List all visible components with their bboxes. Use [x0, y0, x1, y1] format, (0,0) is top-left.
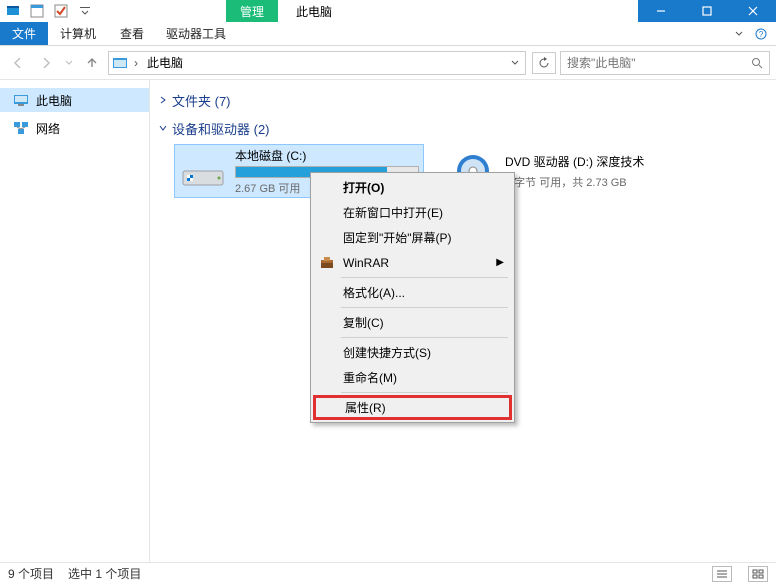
window-title: 此电脑 [296, 0, 332, 22]
search-icon[interactable] [749, 57, 765, 69]
status-selected-count: 选中 1 个项目 [68, 565, 141, 582]
group-devices[interactable]: 设备和驱动器 (2) [158, 116, 768, 140]
cm-open-new-window-label: 在新窗口中打开(E) [343, 204, 443, 221]
contextual-tab-label: 管理 [240, 3, 264, 20]
view-thumbnails-button[interactable] [748, 566, 768, 582]
cm-pin-to-start-label: 固定到"开始"屏幕(P) [343, 229, 452, 246]
refresh-button[interactable] [532, 52, 556, 74]
network-icon [12, 119, 30, 137]
tree-item-network[interactable]: 网络 [0, 116, 149, 140]
group-devices-label: 设备和驱动器 (2) [172, 119, 270, 138]
search-box[interactable] [560, 51, 770, 75]
chevron-right-icon [158, 93, 168, 108]
group-folders-label: 文件夹 (7) [172, 91, 231, 110]
ribbon-tab-drivetools-label: 驱动器工具 [166, 25, 226, 42]
cm-copy[interactable]: 复制(C) [313, 310, 512, 335]
address-dropdown-icon[interactable] [507, 59, 523, 67]
file-tab[interactable]: 文件 [0, 22, 48, 45]
qa-overflow-icon[interactable] [74, 0, 96, 22]
ribbon-tab-drivetools[interactable]: 驱动器工具 [156, 22, 236, 45]
contextual-tab-title: 管理 [226, 0, 278, 22]
drive-d-status: 0 字节 可用，共 2.73 GB [505, 174, 689, 190]
cm-winrar-label: WinRAR [343, 256, 389, 270]
status-bar: 9 个项目 选中 1 个项目 [0, 562, 776, 584]
submenu-arrow-icon: ▶ [496, 257, 504, 268]
nav-history-dropdown[interactable] [62, 51, 76, 75]
cm-separator [341, 307, 508, 308]
cm-rename-label: 重命名(M) [343, 369, 397, 386]
group-folders[interactable]: 文件夹 (7) [158, 88, 768, 112]
cm-format[interactable]: 格式化(A)... [313, 280, 512, 305]
nav-up-button[interactable] [80, 51, 104, 75]
cm-separator [341, 337, 508, 338]
drive-c-name: 本地磁盘 (C:) [235, 147, 419, 164]
file-tab-label: 文件 [12, 25, 36, 42]
tree-item-this-pc-label: 此电脑 [36, 92, 72, 109]
cm-create-shortcut-label: 创建快捷方式(S) [343, 344, 431, 361]
cm-create-shortcut[interactable]: 创建快捷方式(S) [313, 340, 512, 365]
titlebar: 管理 此电脑 [0, 0, 776, 22]
cm-format-label: 格式化(A)... [343, 284, 405, 301]
help-icon[interactable]: ? [752, 28, 770, 40]
ribbon-tab-view-label: 查看 [120, 25, 144, 42]
hdd-icon [179, 151, 227, 191]
system-menu-icon[interactable] [2, 0, 24, 22]
cm-separator [341, 277, 508, 278]
ribbon-tab-computer-label: 计算机 [60, 25, 96, 42]
cm-rename[interactable]: 重命名(M) [313, 365, 512, 390]
cm-properties-label: 属性(R) [345, 399, 386, 416]
window-title-text: 此电脑 [296, 3, 332, 20]
search-input[interactable] [565, 55, 749, 71]
cm-open[interactable]: 打开(O) [313, 175, 512, 200]
this-pc-icon [12, 91, 30, 109]
winrar-icon [319, 255, 335, 271]
quick-access-toolbar [0, 0, 96, 22]
close-button[interactable] [730, 0, 776, 22]
nav-pane: 此电脑 网络 [0, 80, 150, 562]
nav-back-button[interactable] [6, 51, 30, 75]
qa-checkbox-icon[interactable] [50, 0, 72, 22]
chevron-down-icon [158, 121, 168, 136]
cm-open-new-window[interactable]: 在新窗口中打开(E) [313, 200, 512, 225]
address-bar[interactable]: › 此电脑 [108, 51, 526, 75]
drive-d-name: DVD 驱动器 (D:) 深度技术 [505, 153, 689, 170]
context-menu: 打开(O) 在新窗口中打开(E) 固定到"开始"屏幕(P) WinRAR ▶ 格… [310, 172, 515, 423]
ribbon-tab-view[interactable]: 查看 [108, 22, 156, 45]
cm-separator [341, 392, 508, 393]
breadcrumb-sep[interactable]: › [131, 56, 141, 70]
ribbon-tab-computer[interactable]: 计算机 [48, 22, 108, 45]
navbar: › 此电脑 [0, 46, 776, 80]
cm-open-label: 打开(O) [343, 179, 384, 196]
view-details-button[interactable] [712, 566, 732, 582]
drive-d-info: DVD 驱动器 (D:) 深度技术 0 字节 可用，共 2.73 GB [505, 153, 689, 190]
nav-forward-button[interactable] [34, 51, 58, 75]
tree-item-network-label: 网络 [36, 120, 60, 137]
tree-item-this-pc[interactable]: 此电脑 [0, 88, 149, 112]
ribbon-expand-icon[interactable] [730, 29, 748, 39]
maximize-button[interactable] [684, 0, 730, 22]
breadcrumb-location[interactable]: 此电脑 [141, 54, 189, 71]
qa-properties-icon[interactable] [26, 0, 48, 22]
address-icon [111, 54, 129, 72]
status-item-count: 9 个项目 [8, 565, 54, 582]
cm-properties[interactable]: 属性(R) [313, 395, 512, 420]
cm-copy-label: 复制(C) [343, 314, 384, 331]
minimize-button[interactable] [638, 0, 684, 22]
cm-winrar[interactable]: WinRAR ▶ [313, 250, 512, 275]
cm-pin-to-start[interactable]: 固定到"开始"屏幕(P) [313, 225, 512, 250]
ribbon: 文件 计算机 查看 驱动器工具 ? [0, 22, 776, 46]
svg-text:?: ? [759, 30, 764, 39]
